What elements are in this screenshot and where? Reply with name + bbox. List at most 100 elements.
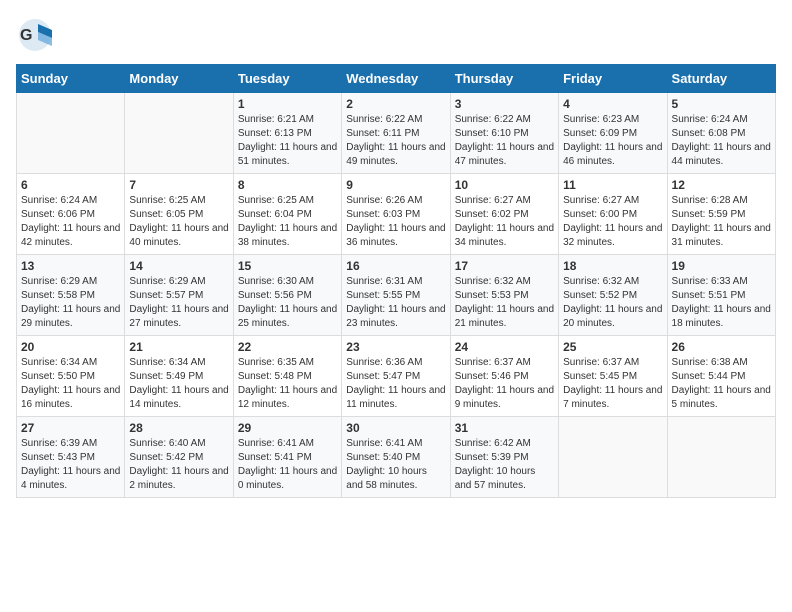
calendar-cell: 17 Sunrise: 6:32 AM Sunset: 5:53 PM Dayl…: [450, 255, 558, 336]
day-info: Sunrise: 6:24 AM Sunset: 6:08 PM Dayligh…: [672, 113, 771, 169]
day-info: Sunrise: 6:39 AM Sunset: 5:43 PM Dayligh…: [21, 437, 120, 493]
day-info: Sunrise: 6:29 AM Sunset: 5:57 PM Dayligh…: [129, 275, 228, 331]
day-number: 15: [238, 259, 337, 273]
sunrise-label: Sunrise: 6:40 AM: [129, 438, 205, 449]
day-number: 14: [129, 259, 228, 273]
day-number: 9: [346, 178, 445, 192]
weekday-header-wednesday: Wednesday: [342, 65, 450, 93]
day-info: Sunrise: 6:25 AM Sunset: 6:05 PM Dayligh…: [129, 194, 228, 250]
weekday-header-friday: Friday: [559, 65, 667, 93]
sunrise-label: Sunrise: 6:24 AM: [21, 195, 97, 206]
calendar-week-row: 6 Sunrise: 6:24 AM Sunset: 6:06 PM Dayli…: [17, 174, 776, 255]
sunrise-label: Sunrise: 6:30 AM: [238, 276, 314, 287]
day-info: Sunrise: 6:34 AM Sunset: 5:50 PM Dayligh…: [21, 356, 120, 412]
daylight-label: Daylight: 11 hours and 23 minutes.: [346, 304, 445, 329]
day-info: Sunrise: 6:26 AM Sunset: 6:03 PM Dayligh…: [346, 194, 445, 250]
sunrise-label: Sunrise: 6:37 AM: [455, 357, 531, 368]
sunrise-label: Sunrise: 6:24 AM: [672, 114, 748, 125]
sunrise-label: Sunrise: 6:41 AM: [238, 438, 314, 449]
sunset-label: Sunset: 6:05 PM: [129, 209, 203, 220]
calendar-cell: 21 Sunrise: 6:34 AM Sunset: 5:49 PM Dayl…: [125, 336, 233, 417]
sunset-label: Sunset: 5:47 PM: [346, 371, 420, 382]
day-number: 12: [672, 178, 771, 192]
daylight-label: Daylight: 10 hours and 58 minutes.: [346, 466, 427, 491]
sunset-label: Sunset: 5:45 PM: [563, 371, 637, 382]
daylight-label: Daylight: 11 hours and 27 minutes.: [129, 304, 228, 329]
day-number: 25: [563, 340, 662, 354]
day-number: 16: [346, 259, 445, 273]
day-number: 26: [672, 340, 771, 354]
day-info: Sunrise: 6:40 AM Sunset: 5:42 PM Dayligh…: [129, 437, 228, 493]
day-number: 19: [672, 259, 771, 273]
day-number: 30: [346, 421, 445, 435]
calendar-cell: 3 Sunrise: 6:22 AM Sunset: 6:10 PM Dayli…: [450, 93, 558, 174]
sunrise-label: Sunrise: 6:32 AM: [563, 276, 639, 287]
sunrise-label: Sunrise: 6:28 AM: [672, 195, 748, 206]
sunset-label: Sunset: 5:44 PM: [672, 371, 746, 382]
daylight-label: Daylight: 11 hours and 40 minutes.: [129, 223, 228, 248]
daylight-label: Daylight: 11 hours and 2 minutes.: [129, 466, 228, 491]
day-number: 18: [563, 259, 662, 273]
day-info: Sunrise: 6:42 AM Sunset: 5:39 PM Dayligh…: [455, 437, 554, 493]
sunset-label: Sunset: 5:53 PM: [455, 290, 529, 301]
daylight-label: Daylight: 11 hours and 49 minutes.: [346, 142, 445, 167]
daylight-label: Daylight: 11 hours and 5 minutes.: [672, 385, 771, 410]
sunrise-label: Sunrise: 6:35 AM: [238, 357, 314, 368]
daylight-label: Daylight: 10 hours and 57 minutes.: [455, 466, 536, 491]
calendar-cell: 30 Sunrise: 6:41 AM Sunset: 5:40 PM Dayl…: [342, 417, 450, 498]
calendar-cell: 28 Sunrise: 6:40 AM Sunset: 5:42 PM Dayl…: [125, 417, 233, 498]
calendar-cell: 5 Sunrise: 6:24 AM Sunset: 6:08 PM Dayli…: [667, 93, 775, 174]
calendar-cell: [17, 93, 125, 174]
sunset-label: Sunset: 5:57 PM: [129, 290, 203, 301]
daylight-label: Daylight: 11 hours and 20 minutes.: [563, 304, 662, 329]
calendar-cell: 1 Sunrise: 6:21 AM Sunset: 6:13 PM Dayli…: [233, 93, 341, 174]
day-info: Sunrise: 6:41 AM Sunset: 5:41 PM Dayligh…: [238, 437, 337, 493]
sunset-label: Sunset: 5:56 PM: [238, 290, 312, 301]
calendar-header: SundayMondayTuesdayWednesdayThursdayFrid…: [17, 65, 776, 93]
sunset-label: Sunset: 5:40 PM: [346, 452, 420, 463]
calendar-cell: 10 Sunrise: 6:27 AM Sunset: 6:02 PM Dayl…: [450, 174, 558, 255]
day-info: Sunrise: 6:29 AM Sunset: 5:58 PM Dayligh…: [21, 275, 120, 331]
daylight-label: Daylight: 11 hours and 9 minutes.: [455, 385, 554, 410]
sunrise-label: Sunrise: 6:36 AM: [346, 357, 422, 368]
sunset-label: Sunset: 5:39 PM: [455, 452, 529, 463]
daylight-label: Daylight: 11 hours and 44 minutes.: [672, 142, 771, 167]
day-number: 1: [238, 97, 337, 111]
day-info: Sunrise: 6:33 AM Sunset: 5:51 PM Dayligh…: [672, 275, 771, 331]
day-number: 13: [21, 259, 120, 273]
sunrise-label: Sunrise: 6:42 AM: [455, 438, 531, 449]
calendar-cell: 15 Sunrise: 6:30 AM Sunset: 5:56 PM Dayl…: [233, 255, 341, 336]
day-info: Sunrise: 6:25 AM Sunset: 6:04 PM Dayligh…: [238, 194, 337, 250]
sunset-label: Sunset: 6:08 PM: [672, 128, 746, 139]
calendar-cell: 7 Sunrise: 6:25 AM Sunset: 6:05 PM Dayli…: [125, 174, 233, 255]
sunset-label: Sunset: 6:13 PM: [238, 128, 312, 139]
day-number: 2: [346, 97, 445, 111]
calendar-week-row: 27 Sunrise: 6:39 AM Sunset: 5:43 PM Dayl…: [17, 417, 776, 498]
sunrise-label: Sunrise: 6:41 AM: [346, 438, 422, 449]
calendar-cell: 4 Sunrise: 6:23 AM Sunset: 6:09 PM Dayli…: [559, 93, 667, 174]
day-info: Sunrise: 6:38 AM Sunset: 5:44 PM Dayligh…: [672, 356, 771, 412]
svg-text:G: G: [20, 27, 32, 44]
day-info: Sunrise: 6:32 AM Sunset: 5:53 PM Dayligh…: [455, 275, 554, 331]
sunrise-label: Sunrise: 6:26 AM: [346, 195, 422, 206]
sunrise-label: Sunrise: 6:31 AM: [346, 276, 422, 287]
sunrise-label: Sunrise: 6:34 AM: [129, 357, 205, 368]
day-number: 24: [455, 340, 554, 354]
sunset-label: Sunset: 5:59 PM: [672, 209, 746, 220]
sunrise-label: Sunrise: 6:22 AM: [346, 114, 422, 125]
calendar-cell: 31 Sunrise: 6:42 AM Sunset: 5:39 PM Dayl…: [450, 417, 558, 498]
sunrise-label: Sunrise: 6:29 AM: [21, 276, 97, 287]
day-number: 3: [455, 97, 554, 111]
daylight-label: Daylight: 11 hours and 47 minutes.: [455, 142, 554, 167]
daylight-label: Daylight: 11 hours and 0 minutes.: [238, 466, 337, 491]
calendar-week-row: 13 Sunrise: 6:29 AM Sunset: 5:58 PM Dayl…: [17, 255, 776, 336]
day-info: Sunrise: 6:31 AM Sunset: 5:55 PM Dayligh…: [346, 275, 445, 331]
calendar-cell: 26 Sunrise: 6:38 AM Sunset: 5:44 PM Dayl…: [667, 336, 775, 417]
daylight-label: Daylight: 11 hours and 46 minutes.: [563, 142, 662, 167]
weekday-header-saturday: Saturday: [667, 65, 775, 93]
calendar-table: SundayMondayTuesdayWednesdayThursdayFrid…: [16, 64, 776, 498]
calendar-cell: 27 Sunrise: 6:39 AM Sunset: 5:43 PM Dayl…: [17, 417, 125, 498]
calendar-week-row: 20 Sunrise: 6:34 AM Sunset: 5:50 PM Dayl…: [17, 336, 776, 417]
day-number: 17: [455, 259, 554, 273]
sunset-label: Sunset: 5:52 PM: [563, 290, 637, 301]
